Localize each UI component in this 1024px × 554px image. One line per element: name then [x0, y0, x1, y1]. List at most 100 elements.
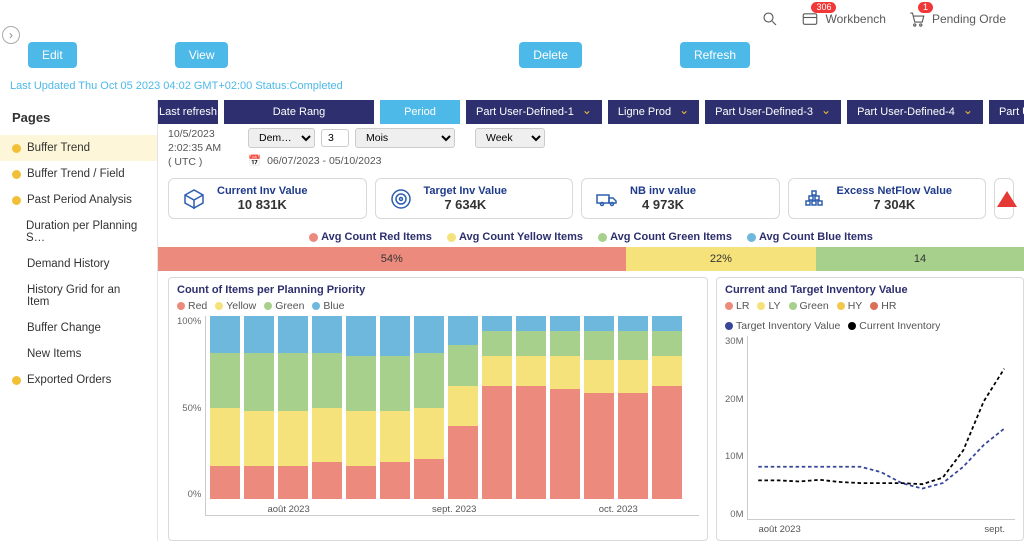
chart-planning-priority: Count of Items per Planning Priority Red… [168, 277, 708, 541]
week-select[interactable]: Week [475, 128, 545, 148]
truck-icon [594, 186, 620, 212]
sidebar-item-6[interactable]: Buffer Change [0, 315, 157, 341]
bar [550, 316, 580, 499]
sidebar-item-label: Buffer Trend [27, 142, 90, 154]
bar [584, 316, 614, 499]
pct-red: 54% [158, 247, 626, 271]
legend-item: Current Inventory [848, 320, 940, 332]
sidebar-item-label: New Items [27, 348, 81, 360]
delete-button[interactable]: Delete [519, 42, 582, 68]
workbench-link[interactable]: 306 Workbench [801, 10, 885, 28]
kpi-value: 4 973K [630, 197, 696, 212]
chart1-bars [206, 316, 699, 499]
chart1-legend: RedYellowGreenBlue [177, 300, 699, 312]
kpi-1: Target Inv Value7 634K [375, 178, 574, 219]
sidebar-item-4[interactable]: Demand History [0, 251, 157, 277]
kpi-row: Current Inv Value10 831KTarget Inv Value… [158, 170, 1024, 227]
last-refresh-date: 10/5/2023 [168, 128, 228, 140]
filter-part-ud5[interactable]: Part U [989, 100, 1024, 124]
target-icon [388, 186, 414, 212]
filter-last-refresh[interactable]: Last refresh [158, 100, 218, 124]
last-refresh-tz: ( UTC ) [168, 156, 228, 168]
filter-subrow: 10/5/2023 2:02:35 AM ( UTC ) Dem… Mois 📅… [158, 124, 1024, 170]
chart-inventory-value: Current and Target Inventory Value LRLYG… [716, 277, 1024, 541]
bar [278, 316, 308, 499]
sidebar-item-0[interactable]: Buffer Trend [0, 135, 157, 161]
filter-ligne-prod[interactable]: Ligne Prod [608, 100, 699, 124]
filter-period[interactable]: Period [380, 100, 460, 124]
pct-yellow: 22% [626, 247, 817, 271]
main: Last refresh Date Rang Period Part User-… [158, 100, 1024, 541]
box-icon [181, 186, 207, 212]
legend-item: HR [870, 300, 896, 312]
calendar-icon[interactable]: 📅 [248, 154, 261, 167]
filter-date-range[interactable]: Date Rang [224, 100, 374, 124]
bar [312, 316, 342, 499]
bar [414, 316, 444, 499]
sidebar-item-8[interactable]: Exported Orders [0, 367, 157, 393]
refresh-button[interactable]: Refresh [680, 42, 750, 68]
kpi-label: Target Inv Value [424, 185, 508, 197]
legend-item: HY [837, 300, 863, 312]
pct-bar: 54% 22% 14 [158, 247, 1024, 271]
kpi-0: Current Inv Value10 831K [168, 178, 367, 219]
legend-item: Red [177, 300, 207, 312]
sidebar-item-label: Buffer Trend / Field [27, 168, 125, 180]
chart2-yaxis: 30M20M10M0M [725, 336, 747, 536]
chart2-legend: LRLYGreenHYHRTarget Inventory ValueCurre… [725, 300, 1015, 332]
dot-icon [12, 170, 21, 179]
bar [346, 316, 376, 499]
num-input[interactable] [321, 129, 349, 147]
workbench-label: Workbench [825, 12, 885, 26]
chart2-title: Current and Target Inventory Value [725, 284, 1015, 296]
legend-item: Blue [312, 300, 344, 312]
bar [244, 316, 274, 499]
legend-item: Green [789, 300, 829, 312]
action-row: Edit View Delete Refresh [0, 38, 1024, 76]
filter-part-ud1[interactable]: Part User-Defined-1 [466, 100, 602, 124]
kpi-2: NB inv value4 973K [581, 178, 780, 219]
dot-icon [12, 144, 21, 153]
bar [380, 316, 410, 499]
stack-icon [801, 186, 827, 212]
dem-select[interactable]: Dem… [248, 128, 315, 148]
kpi-value: 10 831K [217, 197, 307, 212]
sidebar-item-label: Past Period Analysis [27, 194, 132, 206]
bar [618, 316, 648, 499]
sidebar-item-2[interactable]: Past Period Analysis [0, 187, 157, 213]
dot-icon [12, 196, 21, 205]
last-refresh-time: 2:02:35 AM [168, 142, 228, 154]
view-button[interactable]: View [175, 42, 229, 68]
sidebar-item-7[interactable]: New Items [0, 341, 157, 367]
kpi-value: 7 304K [837, 197, 953, 212]
legend-item: Yellow [215, 300, 256, 312]
kpi-label: NB inv value [630, 185, 696, 197]
sidebar-item-label: Demand History [27, 258, 109, 270]
pending-orders-link[interactable]: 1 Pending Orde [908, 10, 1006, 28]
edit-button[interactable]: Edit [28, 42, 77, 68]
mois-select[interactable]: Mois [355, 128, 455, 148]
chart1-yaxis: 100%50%0% [177, 316, 205, 516]
chart1-title: Count of Items per Planning Priority [177, 284, 699, 296]
sidebar-item-3[interactable]: Duration per Planning S… [0, 213, 157, 251]
bar [482, 316, 512, 499]
filter-bar: Last refresh Date Rang Period Part User-… [158, 100, 1024, 124]
sidebar-item-5[interactable]: History Grid for an Item [0, 277, 157, 315]
charts-row: Count of Items per Planning Priority Red… [158, 277, 1024, 541]
filter-part-ud3[interactable]: Part User-Defined-3 [705, 100, 841, 124]
status-line: Last Updated Thu Oct 05 2023 04:02 GMT+0… [0, 76, 1024, 100]
chart2-lines [748, 336, 1014, 499]
search-icon[interactable] [761, 10, 779, 28]
pending-badge: 1 [918, 2, 933, 13]
expand-arrow-icon[interactable]: › [2, 26, 20, 44]
bar [448, 316, 478, 499]
kpi-value: 7 634K [424, 197, 508, 212]
pending-label: Pending Orde [932, 12, 1006, 26]
legend-item: LY [757, 300, 780, 312]
chart1-xlabels: août 2023sept. 2023oct. 2023 [206, 504, 699, 515]
sidebar-item-1[interactable]: Buffer Trend / Field [0, 161, 157, 187]
pages-sidebar: Pages Buffer TrendBuffer Trend / FieldPa… [0, 100, 158, 541]
kpi-label: Current Inv Value [217, 185, 307, 197]
legend-item: Target Inventory Value [725, 320, 840, 332]
filter-part-ud4[interactable]: Part User-Defined-4 [847, 100, 983, 124]
